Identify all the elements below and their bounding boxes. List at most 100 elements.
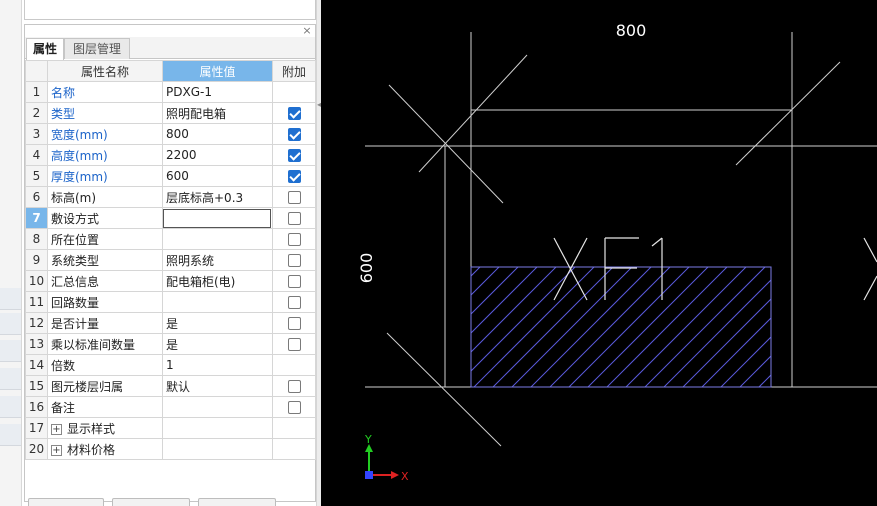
property-row[interactable]: 10 汇总信息 配电箱柜(电) — [25, 270, 316, 292]
property-row[interactable]: 16 备注 — [25, 396, 316, 418]
left-strip-item[interactable] — [0, 396, 21, 418]
property-value[interactable]: 照明配电箱 — [162, 102, 273, 124]
property-value[interactable]: 800 — [162, 123, 273, 145]
property-value[interactable]: 600 — [162, 165, 273, 187]
left-strip-item[interactable] — [0, 424, 21, 446]
extra-checkbox[interactable] — [287, 170, 301, 183]
property-value[interactable] — [162, 396, 273, 418]
expand-icon[interactable]: + — [51, 444, 62, 456]
property-row[interactable]: 14 倍数 1 — [25, 354, 316, 376]
left-strip-item[interactable] — [0, 368, 21, 390]
property-row[interactable]: 11 回路数量 — [25, 291, 316, 313]
extra-cell — [272, 123, 316, 145]
box-outline[interactable] — [470, 266, 772, 388]
property-value-header[interactable]: 属性值 — [162, 60, 273, 82]
property-name: 宽度(mm) — [47, 123, 163, 145]
property-row[interactable]: 20 + 材料价格 — [25, 438, 316, 460]
property-value-editor[interactable] — [162, 207, 273, 229]
property-value[interactable]: PDXG-1 — [162, 81, 273, 103]
property-row[interactable]: 1 名称 PDXG-1 — [25, 81, 316, 103]
extra-checkbox[interactable] — [287, 380, 301, 393]
row-number[interactable]: 2 — [25, 102, 48, 124]
left-strip-item[interactable] — [0, 288, 21, 310]
extra-header[interactable]: 附加 — [272, 60, 316, 82]
property-row[interactable]: 17 + 显示样式 — [25, 417, 316, 439]
row-number[interactable]: 15 — [25, 375, 48, 397]
coordinate-axis-icon: Y X — [364, 433, 409, 483]
property-row[interactable]: 7 敷设方式 — [25, 207, 316, 229]
extra-checkbox[interactable] — [287, 191, 301, 204]
extra-checkbox[interactable] — [287, 275, 301, 288]
row-number[interactable]: 20 — [25, 438, 48, 460]
property-row[interactable]: 8 所在位置 — [25, 228, 316, 250]
tab-layer-management[interactable]: 图层管理 — [64, 38, 130, 59]
row-number[interactable]: 10 — [25, 270, 48, 292]
extra-checkbox[interactable] — [287, 254, 301, 267]
bottom-button[interactable] — [112, 498, 190, 506]
extra-checkbox[interactable] — [287, 212, 301, 225]
property-value[interactable]: 默认 — [162, 375, 273, 397]
property-row[interactable]: 12 是否计量 是 — [25, 312, 316, 334]
row-number[interactable]: 5 — [25, 165, 48, 187]
hatch-line — [471, 267, 557, 353]
property-value[interactable] — [162, 228, 273, 250]
row-number[interactable]: 6 — [25, 186, 48, 208]
row-number[interactable]: 13 — [25, 333, 48, 355]
extra-checkbox[interactable] — [287, 149, 301, 162]
bottom-button[interactable] — [198, 498, 276, 506]
row-number[interactable]: 11 — [25, 291, 48, 313]
row-number[interactable]: 12 — [25, 312, 48, 334]
row-number[interactable]: 3 — [25, 123, 48, 145]
extra-checkbox[interactable] — [287, 107, 301, 120]
property-name-label: 厚度(mm) — [51, 169, 108, 184]
row-number[interactable]: 4 — [25, 144, 48, 166]
property-value[interactable] — [162, 438, 273, 460]
extra-checkbox[interactable] — [287, 296, 301, 309]
property-value[interactable]: 照明系统 — [162, 249, 273, 271]
property-value[interactable]: 1 — [162, 354, 273, 376]
row-number-header — [25, 60, 48, 82]
close-icon[interactable]: × — [302, 25, 312, 36]
left-strip-item[interactable] — [0, 340, 21, 362]
bottom-button[interactable] — [28, 498, 104, 506]
extra-checkbox[interactable] — [287, 401, 301, 414]
row-number[interactable]: 1 — [25, 81, 48, 103]
property-row[interactable]: 3 宽度(mm) 800 — [25, 123, 316, 145]
tab-properties[interactable]: 属性 — [26, 38, 64, 60]
property-row[interactable]: 13 乘以标准间数量 是 — [25, 333, 316, 355]
hatch-line — [663, 279, 771, 387]
property-value[interactable]: 层底标高+0.3 — [162, 186, 273, 208]
upper-panel-remnant — [24, 0, 316, 20]
extra-checkbox[interactable] — [287, 233, 301, 246]
property-name-header[interactable]: 属性名称 — [47, 60, 163, 82]
property-value[interactable] — [162, 291, 273, 313]
row-number[interactable]: 8 — [25, 228, 48, 250]
hatch-line — [778, 267, 877, 387]
row-number[interactable]: 17 — [25, 417, 48, 439]
property-value[interactable]: 是 — [162, 312, 273, 334]
drawing-canvas[interactable]: 800 600 Y X — [321, 0, 877, 506]
row-number[interactable]: 16 — [25, 396, 48, 418]
property-value[interactable]: 配电箱柜(电) — [162, 270, 273, 292]
expand-icon[interactable]: + — [51, 423, 62, 435]
row-number[interactable]: 14 — [25, 354, 48, 376]
property-row[interactable]: 9 系统类型 照明系统 — [25, 249, 316, 271]
property-value[interactable]: 是 — [162, 333, 273, 355]
extra-checkbox[interactable] — [287, 128, 301, 141]
property-row[interactable]: 6 标高(m) 层底标高+0.3 — [25, 186, 316, 208]
left-strip-item[interactable] — [0, 313, 21, 335]
hatch-line — [739, 355, 771, 387]
value-edit-box[interactable] — [163, 208, 271, 228]
property-row[interactable]: 2 类型 照明配电箱 — [25, 102, 316, 124]
property-name-label: 备注 — [51, 400, 76, 415]
row-number[interactable]: 7 — [25, 207, 48, 229]
extra-checkbox[interactable] — [287, 317, 301, 330]
extra-checkbox[interactable] — [287, 338, 301, 351]
property-value[interactable]: 2200 — [162, 144, 273, 166]
property-row[interactable]: 5 厚度(mm) 600 — [25, 165, 316, 187]
property-row[interactable]: 15 图元楼层归属 默认 — [25, 375, 316, 397]
property-row[interactable]: 4 高度(mm) 2200 — [25, 144, 316, 166]
property-value[interactable] — [162, 417, 273, 439]
axis-x-label: X — [401, 470, 409, 483]
row-number[interactable]: 9 — [25, 249, 48, 271]
